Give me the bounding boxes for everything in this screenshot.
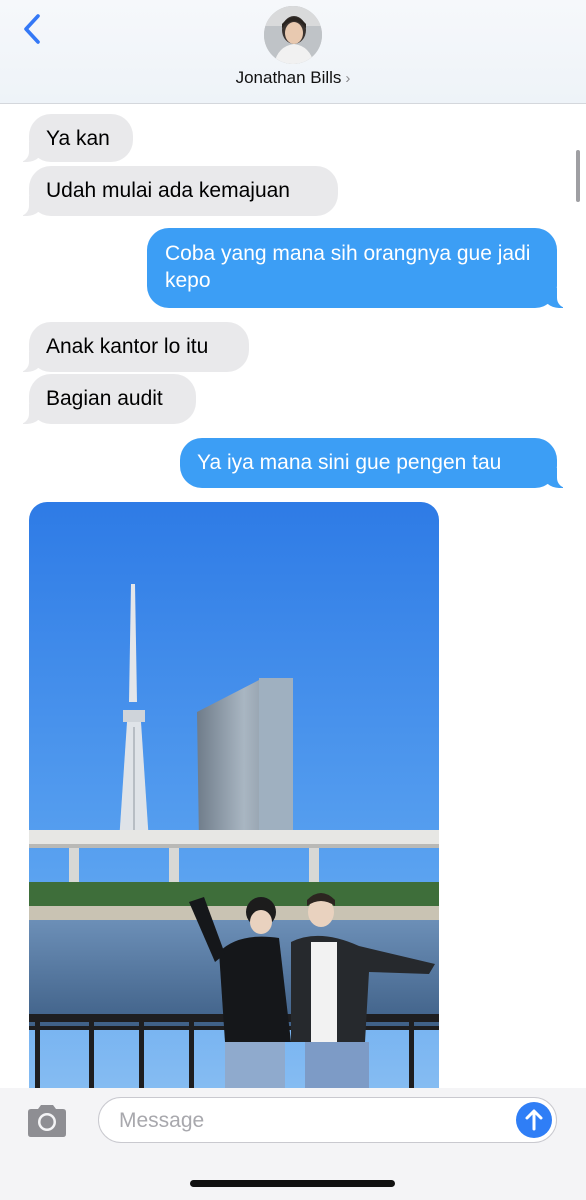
message-bubble-received[interactable]: Udah mulai ada kemajuan [9, 166, 338, 216]
message-input[interactable] [117, 1098, 511, 1144]
message-text: Ya iya mana sini gue pengen tau [197, 451, 502, 474]
chevron-left-icon[interactable] [18, 12, 48, 46]
message-input-container[interactable] [98, 1097, 557, 1144]
photo-image [29, 502, 439, 1122]
message-text: Udah mulai ada kemajuan [46, 179, 290, 202]
send-button[interactable] [516, 1102, 552, 1138]
message-text: Coba yang mana sih orangnya gue jadi kep… [165, 242, 531, 292]
message-bubble-received[interactable]: Bagian audit [9, 374, 196, 424]
contact-name-row[interactable]: Jonathan Bills › [0, 68, 586, 88]
message-bubble-received[interactable]: Anak kantor lo itu [9, 322, 249, 372]
photo-attachment[interactable] [29, 502, 439, 1122]
message-bubble-received[interactable]: Ya kan [9, 114, 133, 162]
message-text: Anak kantor lo itu [46, 335, 209, 358]
conversation-header: Jonathan Bills › [0, 0, 586, 104]
scroll-indicator[interactable] [576, 150, 580, 202]
avatar[interactable] [264, 6, 322, 64]
contact-name: Jonathan Bills [235, 68, 342, 87]
home-indicator [190, 1180, 395, 1187]
message-text: Bagian audit [46, 387, 163, 410]
message-bubble-sent[interactable]: Coba yang mana sih orangnya gue jadi kep… [147, 228, 577, 308]
arrow-up-icon [525, 1109, 543, 1131]
message-bubble-sent[interactable]: Ya iya mana sini gue pengen tau [180, 438, 577, 488]
message-text: Ya kan [46, 127, 110, 150]
chevron-right-icon: › [345, 70, 351, 87]
camera-icon[interactable] [24, 1103, 70, 1139]
